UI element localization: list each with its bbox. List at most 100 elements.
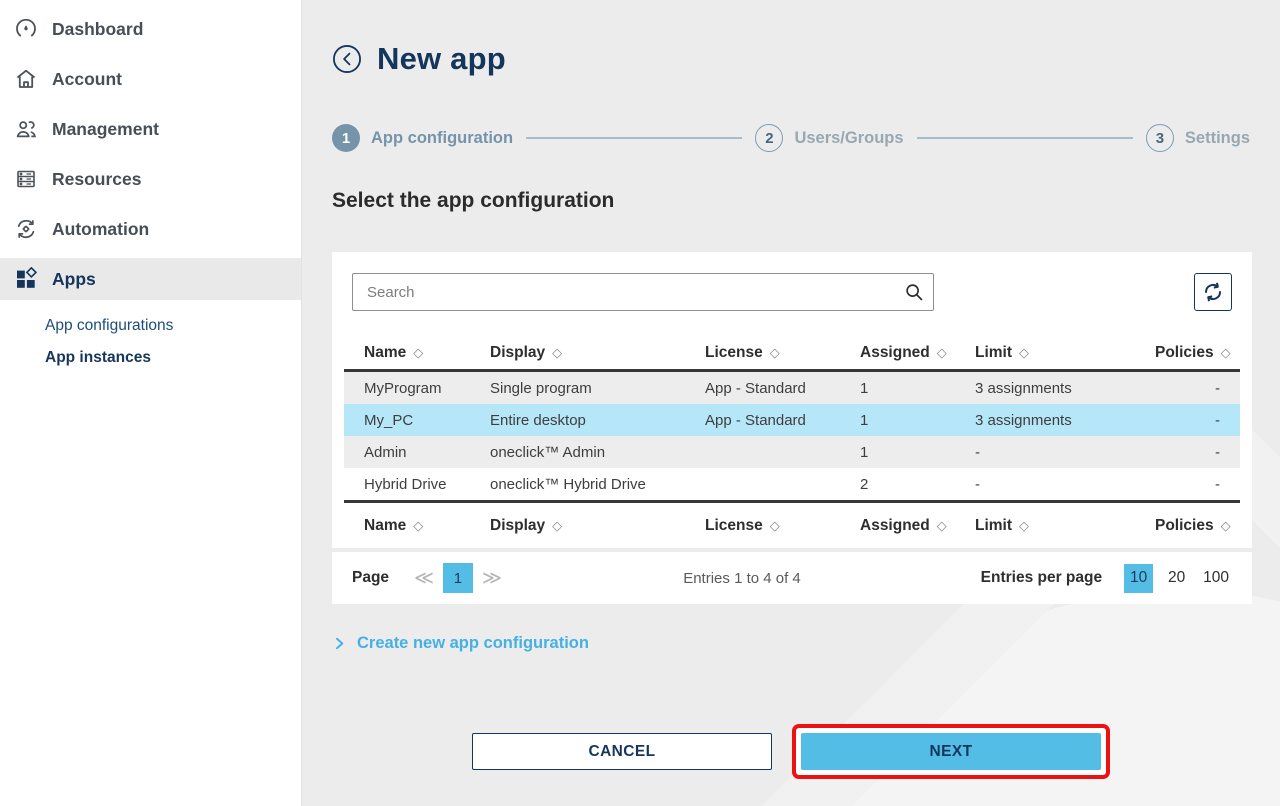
column-header-license[interactable]: License ◇ <box>705 517 860 535</box>
table-row-hybrid-drive[interactable]: Hybrid Driveoneclick™ Hybrid Drive2-- <box>344 468 1240 500</box>
entries-per-page-label: Entries per page <box>981 569 1102 587</box>
column-header-label: Policies <box>1155 344 1214 362</box>
column-header-label: Display <box>490 344 545 362</box>
page-size-100[interactable]: 100 <box>1200 564 1232 593</box>
entries-info: Entries 1 to 4 of 4 <box>683 570 801 587</box>
sort-icon[interactable]: ◇ <box>937 518 947 534</box>
sort-icon[interactable]: ◇ <box>552 518 562 534</box>
column-header-name[interactable]: Name ◇ <box>364 344 490 362</box>
sidebar-subitem-app-instances[interactable]: App instances <box>45 342 301 374</box>
server-icon <box>14 167 38 191</box>
table-row-myprogram[interactable]: MyProgramSingle programApp - Standard13 … <box>344 372 1240 404</box>
cell-policies: - <box>1155 444 1220 461</box>
current-page-button[interactable]: 1 <box>443 563 473 593</box>
refresh-icon <box>1201 280 1225 304</box>
cell-name: Admin <box>364 444 490 461</box>
column-header-label: Limit <box>975 344 1012 362</box>
column-header-policies[interactable]: Policies◇ <box>1155 517 1231 535</box>
column-header-name[interactable]: Name ◇ <box>364 517 490 535</box>
chevron-left-circle-icon <box>332 44 362 74</box>
cell-policies: - <box>1155 412 1220 429</box>
column-header-policies[interactable]: Policies ◇ <box>1155 344 1231 362</box>
first-page-icon[interactable]: ≪ <box>414 567 434 590</box>
cell-assigned: 1 <box>860 380 975 397</box>
cell-display: oneclick™ Admin <box>490 444 705 461</box>
sidebar-item-label: Account <box>52 69 122 90</box>
main-content: New app 1 App configuration 2 Users/Groups 3… <box>302 0 1280 806</box>
cell-policies: - <box>1155 476 1220 493</box>
cell-limit: - <box>975 476 1155 493</box>
column-header-assigned[interactable]: Assigned◇ <box>860 344 975 362</box>
sort-icon[interactable]: ◇ <box>1019 345 1029 361</box>
stepper-connector <box>526 137 742 139</box>
back-button[interactable] <box>332 44 362 74</box>
sort-icon[interactable]: ◇ <box>770 518 780 534</box>
cell-assigned: 1 <box>860 412 975 429</box>
sidebar-item-apps[interactable]: Apps <box>0 258 301 300</box>
cell-name: My_PC <box>364 412 490 429</box>
create-new-app-configuration-link[interactable]: Create new app configuration <box>332 634 589 653</box>
section-title: Select the app configuration <box>332 189 1250 213</box>
sidebar-item-account[interactable]: Account <box>0 58 301 100</box>
gauge-icon <box>14 17 38 41</box>
column-header-label: Name <box>364 517 406 535</box>
stepper-step-settings: 3Settings <box>1146 124 1250 152</box>
table-row-admin[interactable]: Adminoneclick™ Admin1-- <box>344 436 1240 468</box>
sidebar-subitem-app-configurations[interactable]: App configurations <box>45 310 301 342</box>
column-header-limit[interactable]: Limit ◇ <box>975 344 1155 362</box>
column-header-limit[interactable]: Limit ◇ <box>975 517 1155 535</box>
users-icon <box>14 117 38 141</box>
cell-name: MyProgram <box>364 380 490 397</box>
step-label: App configuration <box>371 129 513 148</box>
table-row-my-pc[interactable]: My_PCEntire desktopApp - Standard13 assi… <box>344 404 1240 436</box>
sort-icon[interactable]: ◇ <box>1019 518 1029 534</box>
column-header-display[interactable]: Display ◇ <box>490 344 705 362</box>
search-icon[interactable] <box>903 281 925 303</box>
sort-icon[interactable]: ◇ <box>1221 345 1231 361</box>
table-footer-header: Name◇Display◇License◇Assigned◇Limit◇Poli… <box>344 500 1240 548</box>
sort-icon[interactable]: ◇ <box>1221 518 1231 534</box>
sidebar-item-automation[interactable]: Automation <box>0 208 301 250</box>
sidebar-item-label: Resources <box>52 169 142 190</box>
sort-icon[interactable]: ◇ <box>413 345 423 361</box>
refresh-button[interactable] <box>1194 273 1232 311</box>
chevron-right-icon <box>332 636 347 651</box>
new-app-wizard-page: New app 1 App configuration 2 Users/Groups 3… <box>302 0 1280 779</box>
column-header-license[interactable]: License◇ <box>705 344 860 362</box>
column-header-label: License <box>705 517 763 535</box>
sort-icon[interactable]: ◇ <box>937 345 947 361</box>
page-size-10[interactable]: 10 <box>1124 564 1153 593</box>
cell-display: oneclick™ Hybrid Drive <box>490 476 705 493</box>
column-header-display[interactable]: Display◇ <box>490 517 705 535</box>
sidebar: Dashboard Account Management Resources Autom… <box>0 0 302 806</box>
search-input[interactable] <box>352 273 934 311</box>
cancel-button[interactable]: CANCEL <box>472 733 772 770</box>
app-configuration-table-card: Name◇Display◇License◇Assigned◇Limit◇Poli… <box>332 252 1252 604</box>
cell-limit: 3 assignments <box>975 380 1155 397</box>
stepper-step-users-groups: 2 Users/Groups <box>755 124 903 152</box>
cell-policies: - <box>1155 380 1220 397</box>
sort-icon[interactable]: ◇ <box>413 518 423 534</box>
column-header-label: Limit <box>975 517 1012 535</box>
app-window: Dashboard Account Management Resources Autom… <box>0 0 1280 806</box>
page-title: New app <box>377 41 506 77</box>
sidebar-submenu: App configurationsApp instances <box>0 308 301 374</box>
table-toolbar <box>344 273 1240 311</box>
cell-limit: - <box>975 444 1155 461</box>
sort-icon[interactable]: ◇ <box>552 345 562 361</box>
next-button-red-highlight: NEXT <box>792 724 1110 779</box>
sort-icon[interactable]: ◇ <box>770 345 780 361</box>
sidebar-item-management[interactable]: Management <box>0 108 301 150</box>
step-number-badge: 2 <box>755 124 783 152</box>
sidebar-item-resources[interactable]: Resources <box>0 158 301 200</box>
column-header-label: Name <box>364 344 406 362</box>
apps-icon <box>14 267 38 291</box>
sidebar-item-dashboard[interactable]: Dashboard <box>0 8 301 50</box>
page-size-20[interactable]: 20 <box>1162 564 1191 593</box>
cell-display: Single program <box>490 380 705 397</box>
step-label: Users/Groups <box>794 129 903 148</box>
last-page-icon[interactable]: ≫ <box>482 567 502 590</box>
next-button[interactable]: NEXT <box>801 733 1101 770</box>
column-header-assigned[interactable]: Assigned◇ <box>860 517 975 535</box>
cell-license: App - Standard <box>705 412 860 429</box>
